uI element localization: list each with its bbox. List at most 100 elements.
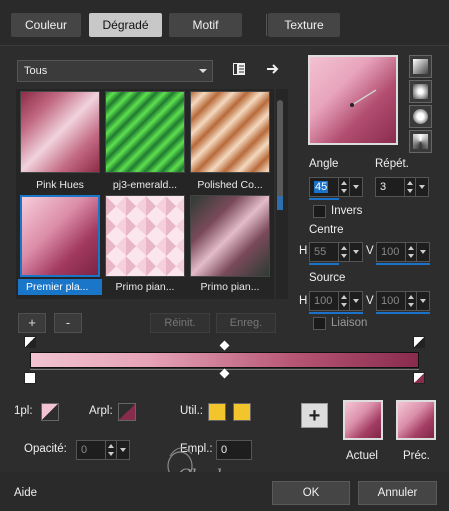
scrollbar-thumb[interactable] bbox=[277, 100, 283, 210]
background-stop-swatch[interactable] bbox=[118, 403, 136, 421]
repeat-input[interactable]: 3 bbox=[375, 177, 429, 197]
center-h-input[interactable]: 55 bbox=[309, 242, 363, 262]
previous-label: Préc. bbox=[403, 450, 430, 462]
user-color-swatch-2[interactable] bbox=[233, 403, 251, 421]
foreground-label: 1pl: bbox=[14, 405, 33, 417]
opacity-input[interactable]: 0 bbox=[76, 440, 130, 460]
tab-degrade[interactable]: Dégradé bbox=[89, 13, 162, 37]
thumb-label-selected: Premier pla... bbox=[18, 279, 102, 295]
help-link[interactable]: Aide bbox=[14, 487, 37, 499]
gradient-thumb-pink-hues[interactable] bbox=[20, 91, 100, 173]
chevron-down-icon[interactable] bbox=[349, 178, 362, 196]
chevron-down-icon bbox=[199, 69, 207, 73]
chevron-down-icon[interactable] bbox=[415, 178, 428, 196]
dropdown-value: Tous bbox=[24, 65, 48, 77]
arrow-right-icon[interactable] bbox=[265, 61, 281, 77]
repeat-label: Répét. bbox=[375, 158, 409, 170]
gradient-thumb-premier-plan[interactable] bbox=[20, 195, 100, 277]
source-v-slider-bar[interactable] bbox=[376, 312, 430, 314]
chevron-down-icon[interactable] bbox=[416, 243, 429, 261]
ok-button[interactable]: OK bbox=[272, 481, 350, 505]
link-checkbox[interactable] bbox=[313, 317, 326, 330]
style-sunburst-button[interactable] bbox=[409, 130, 432, 153]
gradient-thumb-primo-piano-2[interactable] bbox=[190, 195, 270, 277]
opacity-stop-left[interactable] bbox=[24, 336, 36, 348]
opacity-label: Opacité: bbox=[24, 443, 67, 455]
add-swatch-button[interactable]: + bbox=[301, 403, 328, 428]
link-label: Liaison bbox=[331, 317, 368, 329]
source-v-input[interactable]: 100 bbox=[376, 291, 430, 311]
current-gradient-swatch bbox=[343, 400, 383, 440]
invert-checkbox[interactable] bbox=[313, 205, 326, 218]
source-v-label: V bbox=[366, 295, 374, 307]
scrollbar-grip[interactable] bbox=[277, 196, 283, 210]
spin-arrows-icon[interactable] bbox=[105, 441, 115, 459]
spin-arrows-icon[interactable] bbox=[338, 178, 348, 196]
source-v-value: 100 bbox=[381, 295, 400, 307]
gradient-thumb-polished-copper[interactable] bbox=[190, 91, 270, 173]
spin-arrows-icon[interactable] bbox=[338, 243, 348, 261]
center-v-input[interactable]: 100 bbox=[376, 242, 430, 262]
color-stop-left[interactable] bbox=[24, 372, 36, 384]
dialog-footer: Aide OK Annuler bbox=[0, 472, 449, 511]
center-v-slider-bar[interactable] bbox=[376, 263, 430, 265]
gradient-thumb-emerald[interactable] bbox=[105, 91, 185, 173]
chevron-down-icon[interactable] bbox=[416, 292, 429, 310]
background-label: Arpl: bbox=[89, 405, 113, 417]
opacity-value: 0 bbox=[81, 444, 88, 456]
gradient-thumb-primo-piano-1[interactable] bbox=[105, 195, 185, 277]
angle-value: 45 bbox=[314, 181, 329, 193]
user-color-swatch-1[interactable] bbox=[208, 403, 226, 421]
cancel-button[interactable]: Annuler bbox=[358, 481, 437, 505]
source-h-value: 100 bbox=[314, 295, 333, 307]
add-gradient-button[interactable]: + bbox=[18, 313, 46, 333]
user-color-label: Util.: bbox=[180, 405, 203, 417]
gradient-preview[interactable] bbox=[308, 55, 398, 145]
thumb-label: Pink Hues bbox=[36, 179, 84, 191]
thumb-label: Primo pian... bbox=[200, 281, 260, 293]
center-h-slider-bar[interactable] bbox=[309, 263, 339, 265]
gradient-category-dropdown[interactable]: Tous bbox=[17, 60, 213, 82]
style-radial-button[interactable] bbox=[409, 105, 432, 128]
style-rectangular-button[interactable] bbox=[409, 80, 432, 103]
tab-texture[interactable]: Texture bbox=[268, 13, 340, 37]
repeat-value: 3 bbox=[380, 181, 387, 193]
radial-style-icon bbox=[413, 109, 428, 124]
center-v-label: V bbox=[366, 245, 374, 257]
center-label: Centre bbox=[309, 224, 344, 236]
opacity-stop-right[interactable] bbox=[413, 336, 425, 348]
source-h-input[interactable]: 100 bbox=[309, 291, 363, 311]
sunburst-style-icon bbox=[413, 134, 428, 149]
center-h-label: H bbox=[299, 245, 308, 257]
foreground-stop-swatch[interactable] bbox=[41, 403, 59, 421]
reset-button[interactable]: Réinit. bbox=[150, 313, 210, 333]
spin-arrows-icon[interactable] bbox=[404, 178, 414, 196]
chevron-down-icon[interactable] bbox=[349, 243, 362, 261]
spin-arrows-icon[interactable] bbox=[405, 292, 415, 310]
linear-style-icon bbox=[413, 59, 428, 74]
center-h-value: 55 bbox=[314, 246, 327, 258]
chevron-down-icon[interactable] bbox=[116, 441, 129, 459]
tab-couleur[interactable]: Couleur bbox=[11, 13, 81, 37]
remove-gradient-button[interactable]: - bbox=[54, 313, 82, 333]
save-button[interactable]: Enreg. bbox=[216, 313, 276, 333]
thumb-label: pj3-emerald... bbox=[112, 179, 178, 191]
previous-gradient-swatch[interactable] bbox=[396, 400, 436, 440]
thumb-label: Polished Co... bbox=[197, 179, 263, 191]
angle-slider-bar[interactable] bbox=[309, 198, 339, 200]
style-linear-button[interactable] bbox=[409, 55, 432, 78]
spin-arrows-icon[interactable] bbox=[338, 292, 348, 310]
spin-arrows-icon[interactable] bbox=[405, 243, 415, 261]
gradient-ramp[interactable] bbox=[30, 352, 419, 368]
angle-input[interactable]: 45 bbox=[309, 177, 363, 197]
color-stop-right[interactable] bbox=[413, 372, 425, 384]
center-v-value: 100 bbox=[381, 246, 400, 258]
invert-label: Invers bbox=[331, 205, 363, 217]
tab-bar: Couleur Dégradé Motif Texture bbox=[0, 0, 449, 46]
chevron-down-icon[interactable] bbox=[349, 292, 362, 310]
tab-motif[interactable]: Motif bbox=[169, 13, 242, 37]
thumb-label: Primo pian... bbox=[115, 281, 175, 293]
source-h-slider-bar[interactable] bbox=[309, 312, 363, 314]
angle-handle-icon[interactable] bbox=[340, 87, 380, 117]
book-icon[interactable] bbox=[231, 61, 247, 77]
